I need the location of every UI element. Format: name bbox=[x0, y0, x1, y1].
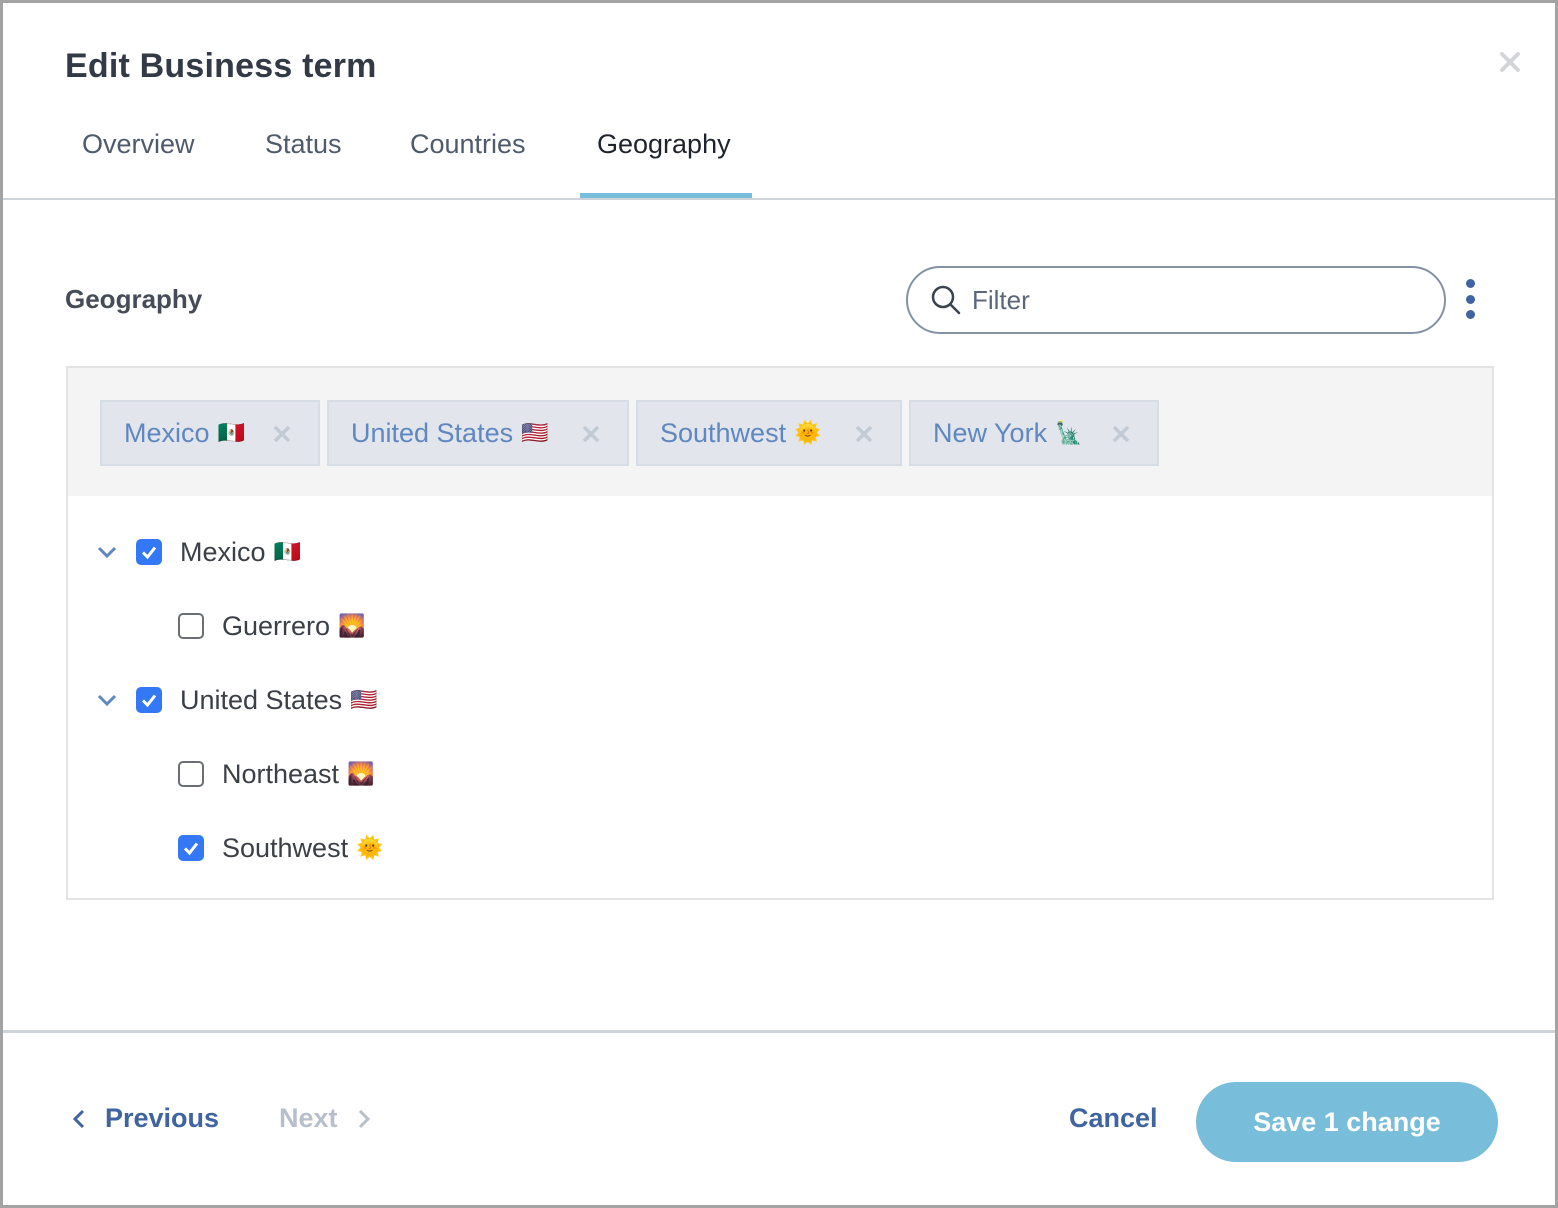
check-icon bbox=[183, 842, 199, 856]
tabs-divider bbox=[3, 198, 1555, 200]
tree-item-united-states: United States 🇺🇸 bbox=[96, 680, 378, 720]
tree-item-label: United States bbox=[180, 684, 343, 715]
chevron-down-icon[interactable] bbox=[96, 689, 118, 711]
us-flag-icon: 🇺🇸 bbox=[350, 687, 378, 712]
chevron-down-icon[interactable] bbox=[96, 541, 118, 563]
checkbox-guerrero[interactable] bbox=[178, 613, 204, 639]
chevron-left-icon bbox=[72, 1109, 85, 1128]
us-flag-icon: 🇺🇸 bbox=[521, 420, 549, 445]
checkbox-northeast[interactable] bbox=[178, 761, 204, 787]
previous-label: Previous bbox=[105, 1103, 220, 1133]
mexico-flag-icon: 🇲🇽 bbox=[273, 539, 301, 564]
tab-status[interactable]: Status bbox=[265, 129, 342, 199]
remove-chip-icon[interactable] bbox=[581, 424, 601, 444]
chip-label: New York bbox=[933, 417, 1048, 448]
tree-item-northeast: Northeast 🌄 bbox=[178, 754, 374, 794]
checkbox-southwest[interactable] bbox=[178, 835, 204, 861]
close-button[interactable] bbox=[1495, 47, 1525, 77]
checkbox-mexico[interactable] bbox=[136, 539, 162, 565]
kebab-dot bbox=[1465, 279, 1475, 288]
statue-of-liberty-icon: 🗽 bbox=[1055, 420, 1083, 445]
dialog-title: Edit Business term bbox=[65, 47, 377, 85]
remove-chip-icon[interactable] bbox=[854, 424, 874, 444]
next-button[interactable]: Next bbox=[279, 1103, 374, 1134]
kebab-dot bbox=[1465, 294, 1475, 304]
remove-chip-icon[interactable] bbox=[272, 424, 292, 444]
chip-label: United States bbox=[351, 417, 514, 448]
tab-bar: Overview Status Countries Geography bbox=[3, 113, 1555, 201]
tree-item-label: Mexico bbox=[180, 536, 266, 567]
chip-united-states: United States 🇺🇸 bbox=[327, 400, 629, 466]
section-title: Geography bbox=[65, 284, 203, 314]
save-button[interactable]: Save 1 change bbox=[1196, 1082, 1498, 1162]
edit-business-term-dialog: Edit Business term Overview Status Count… bbox=[0, 0, 1558, 1208]
tab-overview[interactable]: Overview bbox=[82, 129, 195, 199]
geography-panel: Mexico 🇲🇽 United States 🇺🇸 Southwest 🌞 N… bbox=[66, 366, 1494, 900]
tree-item-label: Southwest bbox=[222, 832, 349, 863]
footer-divider bbox=[3, 1030, 1555, 1033]
chip-label: Southwest bbox=[660, 417, 787, 448]
chevron-right-icon bbox=[358, 1109, 370, 1128]
checkbox-united-states[interactable] bbox=[136, 687, 162, 713]
tree-item-southwest: Southwest 🌞 bbox=[178, 828, 383, 868]
close-icon bbox=[1500, 52, 1520, 72]
filter-input[interactable] bbox=[972, 284, 1412, 316]
chip-mexico: Mexico 🇲🇽 bbox=[100, 400, 320, 466]
tree-item-label: Guerrero bbox=[222, 610, 331, 641]
tree-item-guerrero: Guerrero 🌄 bbox=[178, 606, 365, 646]
sun-icon: 🌞 bbox=[356, 835, 384, 860]
cancel-button[interactable]: Cancel bbox=[1069, 1103, 1158, 1134]
chip-southwest: Southwest 🌞 bbox=[636, 400, 902, 466]
tab-countries[interactable]: Countries bbox=[410, 129, 526, 199]
selected-chips: Mexico 🇲🇽 United States 🇺🇸 Southwest 🌞 N… bbox=[68, 368, 1492, 496]
tree-item-label: Northeast bbox=[222, 758, 340, 789]
next-label: Next bbox=[279, 1103, 338, 1133]
search-icon bbox=[931, 285, 961, 315]
sunrise-mountains-icon: 🌄 bbox=[338, 613, 366, 638]
kebab-dot bbox=[1465, 310, 1475, 319]
tree-item-mexico: Mexico 🇲🇽 bbox=[96, 532, 301, 572]
chip-label: Mexico bbox=[124, 417, 210, 448]
tab-geography[interactable]: Geography bbox=[597, 129, 731, 199]
chip-new-york: New York 🗽 bbox=[909, 400, 1159, 466]
more-options-button[interactable] bbox=[1459, 275, 1481, 323]
sunrise-mountains-icon: 🌄 bbox=[347, 761, 375, 786]
sun-icon: 🌞 bbox=[794, 420, 822, 445]
mexico-flag-icon: 🇲🇽 bbox=[217, 420, 245, 445]
remove-chip-icon[interactable] bbox=[1111, 424, 1131, 444]
check-icon bbox=[141, 546, 157, 560]
previous-button[interactable]: Previous bbox=[69, 1103, 219, 1134]
filter-field[interactable] bbox=[906, 266, 1446, 334]
check-icon bbox=[141, 694, 157, 708]
